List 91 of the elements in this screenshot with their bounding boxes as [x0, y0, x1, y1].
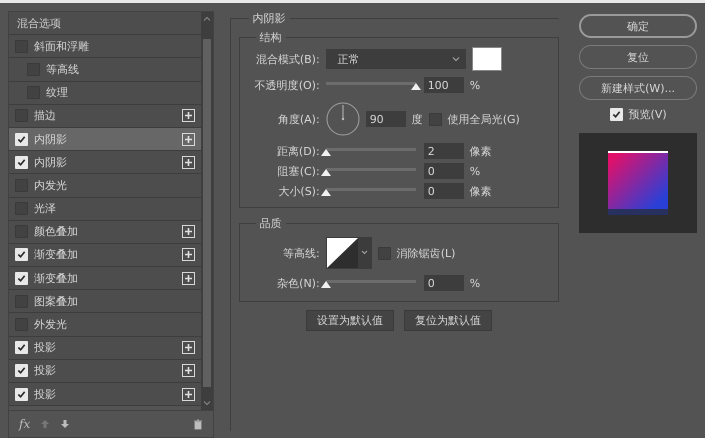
dialog-button[interactable]: 确定	[579, 14, 697, 38]
style-list-item[interactable]: 投影	[9, 383, 201, 406]
angle-dial-icon[interactable]	[326, 102, 360, 136]
slider-thumb[interactable]	[320, 168, 331, 176]
add-icon[interactable]	[182, 225, 195, 238]
style-label: 渐变叠加	[34, 247, 79, 262]
scroll-up-icon[interactable]	[202, 16, 211, 21]
slider-thumb[interactable]	[320, 280, 331, 288]
unit-label: %	[470, 78, 480, 92]
style-label: 投影	[34, 363, 57, 378]
field-label: 不透明度(O):	[254, 78, 320, 92]
add-icon[interactable]	[182, 388, 195, 401]
style-list-item[interactable]: 外发光	[9, 313, 201, 337]
group-title: 品质	[258, 216, 283, 231]
unit-label: %	[470, 164, 480, 178]
add-icon[interactable]	[182, 132, 195, 146]
field-label: 阻塞(C):	[276, 164, 320, 178]
style-list-item[interactable]: 投影	[9, 336, 201, 360]
scroll-down-icon[interactable]	[202, 401, 211, 406]
style-label: 投影	[34, 386, 57, 402]
style-label: 内阴影	[34, 132, 68, 147]
style-label: 描边	[34, 108, 57, 124]
slider-thumb[interactable]	[320, 188, 331, 196]
field-label: 等高线:	[282, 246, 320, 260]
unit-label: 度	[412, 112, 423, 126]
blend-mode-dropdown[interactable]: 正常	[326, 49, 466, 69]
number-field[interactable]: 100	[424, 77, 464, 93]
contour-picker[interactable]	[326, 237, 372, 269]
checkbox[interactable]	[378, 246, 391, 260]
field-label: 角度(A):	[276, 112, 320, 126]
style-list-item[interactable]: 渐变叠加	[9, 267, 201, 290]
style-label: 外发光	[34, 317, 68, 332]
slider-thumb[interactable]	[320, 148, 331, 156]
unit-label: %	[470, 276, 480, 290]
add-icon[interactable]	[182, 156, 195, 169]
default-button[interactable]: 设置为默认值	[306, 310, 394, 331]
default-button[interactable]: 复位为默认值	[404, 310, 492, 331]
field-label: 大小(S):	[277, 184, 320, 198]
style-list-item[interactable]: 图案叠加	[9, 290, 201, 314]
checkbox-label: 使用全局光(G)	[448, 112, 520, 126]
style-label: 投影	[34, 340, 57, 356]
trash-icon[interactable]	[192, 418, 203, 430]
style-list-item[interactable]: 纹理	[9, 82, 201, 105]
style-label: 图案叠加	[34, 294, 79, 309]
style-label: 纹理	[46, 85, 69, 100]
down-arrow-icon[interactable]	[60, 419, 70, 429]
style-list-item[interactable]: 内阴影	[9, 151, 201, 174]
fx-button[interactable]: fx	[19, 417, 30, 431]
number-field[interactable]: 0	[424, 183, 464, 199]
add-icon[interactable]	[182, 364, 195, 378]
style-list-item[interactable]: 投影	[9, 360, 201, 383]
style-label: 斜面和浮雕	[34, 38, 90, 54]
field-label: 混合模式(B):	[254, 52, 320, 66]
add-icon[interactable]	[182, 248, 195, 262]
checkbox[interactable]	[428, 112, 442, 126]
style-label: 光泽	[34, 201, 57, 216]
dialog-button[interactable]: 新建样式(W)...	[579, 76, 697, 100]
add-icon[interactable]	[182, 341, 195, 354]
style-list-item[interactable]: 颜色叠加	[9, 220, 201, 244]
scrollbar[interactable]	[200, 12, 213, 410]
style-list-item[interactable]: 光泽	[9, 198, 201, 221]
checkbox-label: 预览(V)	[628, 107, 667, 122]
checkbox-label: 消除锯齿(L)	[396, 246, 456, 260]
number-field[interactable]: 90	[366, 111, 406, 127]
add-icon[interactable]	[182, 109, 195, 122]
number-field[interactable]: 0	[424, 275, 464, 291]
number-field[interactable]: 0	[424, 163, 464, 179]
color-swatch[interactable]	[472, 47, 502, 71]
style-list-item[interactable]: 渐变叠加	[9, 244, 201, 268]
style-label: 内阴影	[34, 154, 68, 170]
style-list-item[interactable]: 内阴影	[9, 128, 201, 152]
add-icon[interactable]	[182, 272, 195, 285]
style-label: 渐变叠加	[34, 270, 79, 286]
number-field[interactable]: 2	[424, 143, 464, 159]
style-list-item[interactable]: 等高线	[9, 58, 201, 82]
style-list-item[interactable]: 斜面和浮雕	[9, 35, 201, 58]
field-label: 杂色(N):	[276, 276, 320, 290]
style-label: 等高线	[46, 62, 80, 77]
style-list-item[interactable]: 描边	[9, 104, 201, 128]
style-label: 内发光	[34, 178, 68, 193]
unit-label: 像素	[470, 184, 492, 198]
dialog-button[interactable]: 复位	[579, 45, 697, 69]
gradient-square-drawing	[608, 151, 668, 215]
field-label: 距离(D):	[276, 144, 320, 158]
list-header[interactable]: 混合选项	[9, 12, 201, 36]
caret-icon	[452, 56, 460, 62]
unit-label: 像素	[470, 144, 492, 158]
section-title: 内阴影	[252, 11, 287, 26]
style-label: 颜色叠加	[34, 224, 79, 240]
group-title: 结构	[258, 30, 283, 45]
style-list-item[interactable]: 内发光	[9, 174, 201, 198]
